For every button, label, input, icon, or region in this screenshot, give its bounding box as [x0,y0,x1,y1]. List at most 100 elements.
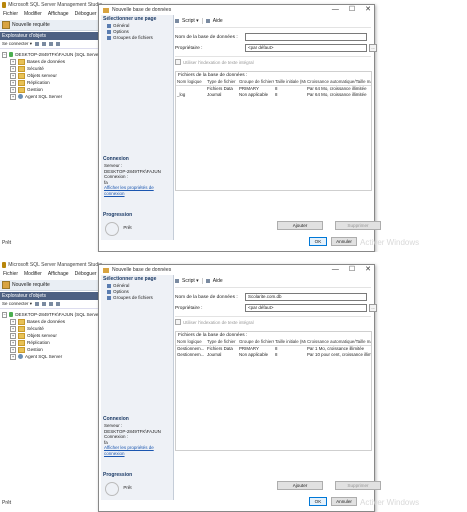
col-filegroup[interactable]: Groupe de fichiers [238,339,274,346]
refresh-icon[interactable] [56,302,61,306]
menu-deboguer[interactable]: Déboguer [75,11,97,19]
expand-icon[interactable]: + [10,72,16,79]
remove-button[interactable]: Supprimer [335,221,381,230]
collapse-icon[interactable]: − [2,311,8,318]
new-query-button[interactable]: Nouvelle requête [12,282,50,288]
filter-icon[interactable] [49,302,54,306]
page-filegroups[interactable]: Groupes de fichiers [101,295,173,301]
expand-icon[interactable]: + [10,58,16,65]
owner-browse-button[interactable]: ... [369,44,377,52]
db-name-input[interactable]: Scolarite.com.db [245,293,367,301]
cancel-button[interactable]: Annuler [331,497,357,506]
cell-autogrowth[interactable]: Par 10 pour cent, croissance illimitée [306,352,371,358]
remove-button[interactable]: Supprimer [335,481,381,490]
connection-properties-link[interactable]: Afficher les propriétés de connexion [101,445,173,456]
connect-button[interactable]: Se connecter ▾ [2,41,32,47]
connect-button[interactable]: Se connecter ▾ [2,301,32,307]
ssms-window-title: Microsoft SQL Server Management Studio [8,262,102,268]
tree-item-replication[interactable]: + Réplication [2,79,100,86]
owner-input[interactable]: <par défaut> [245,44,367,52]
cell-initial-size[interactable]: 8 [274,92,306,98]
ok-button[interactable]: OK [309,497,327,506]
cell-logical-name[interactable]: Gestionnem... [176,352,206,358]
menu-affichage[interactable]: Affichage [48,11,69,19]
tree-item-security[interactable]: + Sécurité [2,325,100,332]
col-filegroup[interactable]: Groupe de fichiers [238,79,274,86]
database-files-table: Nom logique Type de fichier Groupe de fi… [176,339,371,358]
tree-item-server-objects[interactable]: + Objets serveur [2,332,100,339]
connect-icon[interactable] [35,42,40,46]
help-button[interactable]: Aide [213,18,223,24]
menu-deboguer[interactable]: Déboguer [75,271,97,279]
cell-initial-size[interactable]: 8 [274,352,306,358]
tree-item-databases[interactable]: + Bases de données [2,58,100,65]
add-button[interactable]: Ajouter [277,481,323,490]
expand-icon[interactable]: + [10,93,16,100]
tree-item-agent[interactable]: + Agent SQL Server [2,353,100,360]
expand-icon[interactable]: + [10,353,16,360]
cell-autogrowth[interactable]: Par 64 Mo, croissance illimitée [306,92,371,98]
add-button[interactable]: Ajouter [277,221,323,230]
col-file-type[interactable]: Type de fichier [206,339,238,346]
expand-icon[interactable]: + [10,65,16,72]
col-initial-size[interactable]: Taille initiale (Mo) [274,339,306,346]
filter-icon[interactable] [49,42,54,46]
connection-properties-link[interactable]: Afficher les propriétés de connexion [101,185,173,196]
owner-browse-button[interactable]: ... [369,304,377,312]
expand-icon[interactable]: + [10,318,16,325]
collapse-icon[interactable]: − [2,51,8,58]
tree-item-agent[interactable]: + Agent SQL Server [2,93,100,100]
menu-affichage[interactable]: Affichage [48,271,69,279]
table-row[interactable]: Gestionnem... Journal Non applicable 8 P… [176,352,371,358]
tree-item-server-objects[interactable]: + Objets serveur [2,72,100,79]
refresh-icon[interactable] [56,42,61,46]
expand-icon[interactable]: + [10,346,16,353]
tree-server-node[interactable]: − DESKTOP-2849TFK\FAJUN (SQL Server [2,311,100,318]
col-autogrowth[interactable]: Croissance automatique/Taille maximale [306,79,371,86]
maximize-button[interactable]: ☐ [349,6,355,14]
minimize-button[interactable]: — [332,6,339,14]
minimize-button[interactable]: — [332,266,339,274]
table-row[interactable]: _log Journal Non applicable 8 Par 64 Mo,… [176,92,371,98]
col-file-type[interactable]: Type de fichier [206,79,238,86]
cancel-button[interactable]: Annuler [331,237,357,246]
expand-icon[interactable]: + [10,86,16,93]
ok-button[interactable]: OK [309,237,327,246]
expand-icon[interactable]: + [10,332,16,339]
col-autogrowth[interactable]: Croissance automatique/Taille maximale [306,339,371,346]
cell-logical-name[interactable]: _log [176,92,206,98]
page-filegroups[interactable]: Groupes de fichiers [101,35,173,41]
tree-item-security[interactable]: + Sécurité [2,65,100,72]
expand-icon[interactable]: + [10,325,16,332]
close-button[interactable]: ✕ [365,266,371,274]
db-name-input[interactable] [245,33,367,41]
fulltext-checkbox[interactable] [175,59,181,65]
tree-server-node[interactable]: − DESKTOP-2849TFK\FAJUN (SQL Server [2,51,100,58]
disconnect-icon[interactable] [42,42,47,46]
tree-item-management[interactable]: + Gestion [2,86,100,93]
tree-item-databases[interactable]: + Bases de données [2,318,100,325]
ssms-titlebar: Microsoft SQL Server Management Studio [0,260,102,270]
col-logical-name[interactable]: Nom logique [176,339,206,346]
fulltext-checkbox[interactable] [175,319,181,325]
ssms-window-title: Microsoft SQL Server Management Studio [8,2,102,8]
expand-icon[interactable]: + [10,339,16,346]
tree-item-replication[interactable]: + Réplication [2,339,100,346]
script-button[interactable]: Script ▾ [182,278,199,284]
tree-item-management[interactable]: + Gestion [2,346,100,353]
menu-modifier[interactable]: Modifier [24,11,42,19]
disconnect-icon[interactable] [42,302,47,306]
expand-icon[interactable]: + [10,79,16,86]
script-button[interactable]: Script ▾ [182,18,199,24]
col-logical-name[interactable]: Nom logique [176,79,206,86]
owner-input[interactable]: <par défaut> [245,304,367,312]
menu-modifier[interactable]: Modifier [24,271,42,279]
help-button[interactable]: Aide [213,278,223,284]
menu-fichier[interactable]: Fichier [3,271,18,279]
connect-icon[interactable] [35,302,40,306]
maximize-button[interactable]: ☐ [349,266,355,274]
close-button[interactable]: ✕ [365,6,371,14]
new-query-button[interactable]: Nouvelle requête [12,22,50,28]
col-initial-size[interactable]: Taille initiale (Mo) [274,79,306,86]
menu-fichier[interactable]: Fichier [3,11,18,19]
